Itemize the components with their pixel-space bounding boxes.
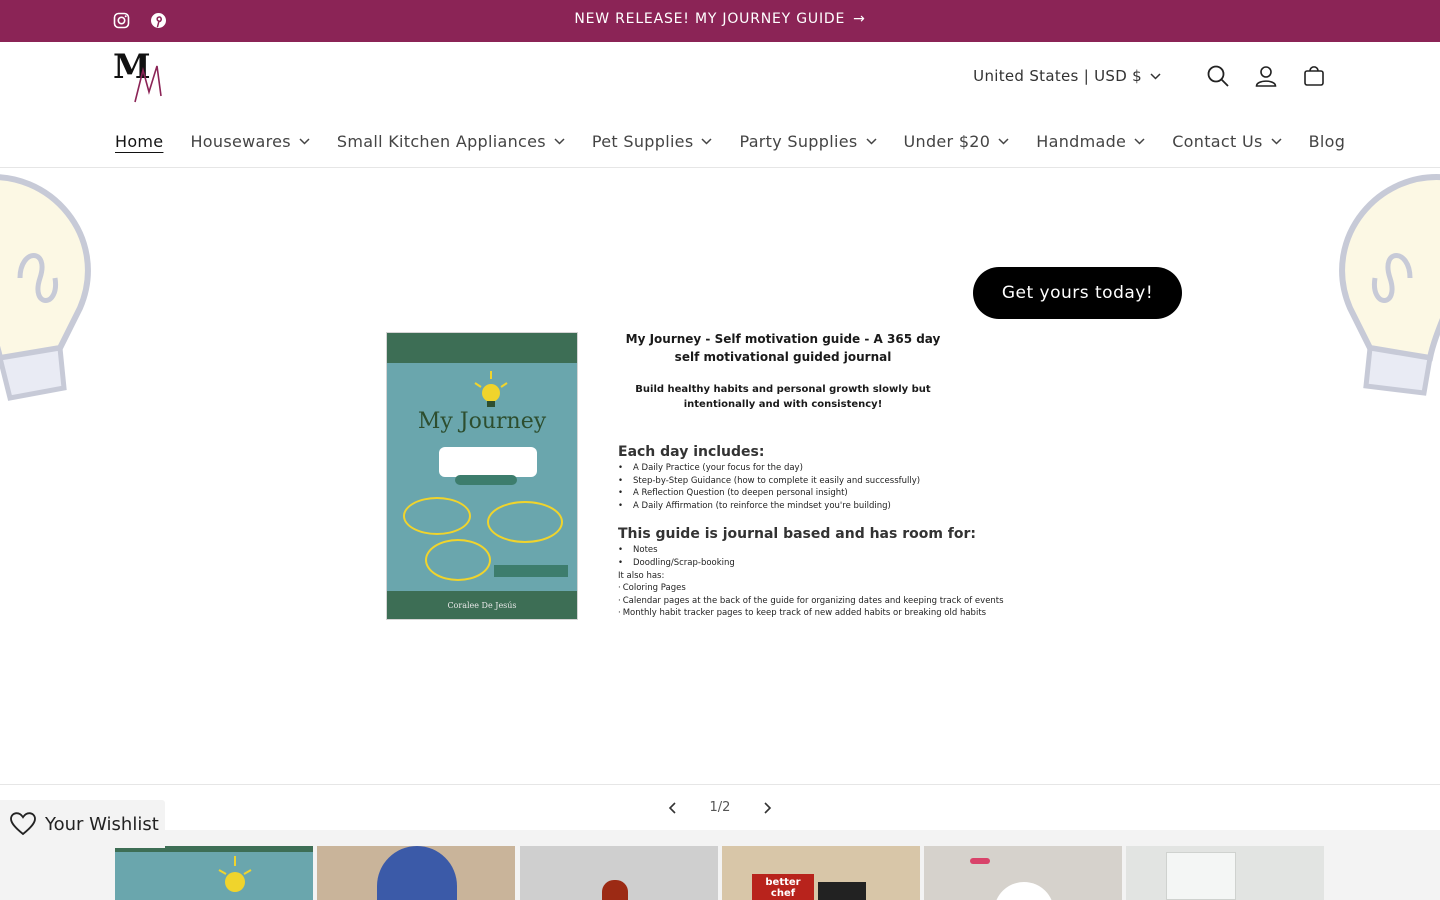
lightbulb-icon [218,856,252,892]
info-subheading: Build healthy habits and personal growth… [635,384,931,410]
chevron-down-icon [1271,138,1282,145]
nav-item-small-kitchen-appliances[interactable]: Small Kitchen Appliances [337,132,565,151]
list-item: A Daily Affirmation (to reinforce the mi… [618,500,1018,513]
chevron-left-icon[interactable] [666,801,680,815]
chevron-down-icon [554,138,565,145]
chevron-down-icon [1134,138,1145,145]
wishlist-label: Your Wishlist [45,813,159,835]
better-chef-label: better chef [752,874,814,900]
nav-label: Under $20 [903,132,991,151]
product-thumbnail[interactable]: better chef [722,846,920,900]
list-item: Doodling/Scrap-booking [618,557,1018,570]
list-item: Monthly habit tracker pages to keep trac… [618,607,1018,620]
book-bubble [403,497,471,535]
lightbulb-illustration [1339,174,1440,396]
slide-counter: 1/2 [709,800,731,815]
list-item: Step-by-Step Guidance (how to complete i… [618,475,1018,488]
header-utilities: United States | USD $ [973,62,1327,90]
chevron-down-icon [998,138,1009,145]
nav-label: Contact Us [1172,132,1263,151]
product-strip: better chef [0,830,1440,900]
book-author: Coralee De Jesús [387,591,577,619]
nav-item-pet-supplies[interactable]: Pet Supplies [592,132,713,151]
chevron-down-icon [701,138,712,145]
info-heading: My Journey - Self motivation guide - A 3… [625,332,941,364]
info-list: A Daily Practice (your focus for the day… [618,462,1018,512]
account-icon[interactable] [1253,63,1279,89]
glove-shape [377,846,457,900]
nav-item-housewares[interactable]: Housewares [190,132,310,151]
arrow-right-icon: → [853,11,866,27]
nav-item-party-supplies[interactable]: Party Supplies [739,132,877,151]
nav-item-contact-us[interactable]: Contact Us [1172,132,1282,151]
book-blurb [439,447,537,477]
list-item: Coloring Pages [618,582,1018,595]
book-cover[interactable]: My Journey Coralee De Jesús [386,332,578,620]
book-band [387,333,577,363]
product-thumbnail[interactable] [924,846,1122,900]
list-item: A Daily Practice (your focus for the day… [618,462,1018,475]
announcement-text: NEW RELEASE! MY JOURNEY GUIDE [574,11,846,27]
site-logo[interactable]: M [113,47,169,104]
nav-item-under-20[interactable]: Under $20 [904,132,1010,151]
currency-label: United States | USD $ [973,67,1142,85]
chevron-down-icon [865,138,877,145]
chevron-down-icon [1150,72,1161,80]
nav-label: Pet Supplies [591,132,694,151]
info-section-title: Each day includes: [618,444,765,460]
slideshow-controls: 1/2 [0,784,1440,830]
site-header: M United States | USD $ Home Housewares … [0,42,1440,168]
book-title: My Journey [417,409,547,434]
list-item: Calendar pages at the back of the guide … [618,595,1018,608]
announcement-bar: NEW RELEASE! MY JOURNEY GUIDE → [0,0,1440,42]
nav-label: Handmade [1036,132,1127,151]
nav-label: Home [115,132,164,151]
svg-text:M: M [113,48,151,87]
book-pill [455,475,517,485]
chevron-down-icon [299,138,310,145]
product-thumbnail[interactable] [1126,846,1324,900]
list-item: A Reflection Question (to deepen persona… [618,487,1018,500]
nav-label: Blog [1308,132,1346,151]
info-section-title: This guide is journal based and has room… [618,526,977,543]
lightbulb-icon [474,371,508,407]
nav-label: Housewares [190,132,291,151]
chevron-right-icon[interactable] [760,801,774,815]
book-bubble [487,501,563,543]
nav-label: Party Supplies [739,132,858,151]
heart-icon [10,812,36,836]
product-shape [602,880,628,900]
info-list: Notes Doodling/Scrap-booking It also has… [618,544,1018,620]
list-item: Notes [618,544,1018,557]
nav-item-handmade[interactable]: Handmade [1036,132,1145,151]
product-shape [994,882,1054,900]
product-info: My Journey - Self motivation guide - A 3… [618,330,1018,620]
nav-item-blog[interactable]: Blog [1309,132,1346,151]
list-label: It also has: [618,570,665,581]
nav-item-home[interactable]: Home [115,132,163,151]
search-icon[interactable] [1205,63,1231,89]
nav-label: Small Kitchen Appliances [336,132,546,151]
product-shape [818,882,866,900]
window-shape [1166,852,1236,900]
announcement-link[interactable]: NEW RELEASE! MY JOURNEY GUIDE → [0,11,1440,27]
product-thumbnail[interactable] [520,846,718,900]
slider-pagination: 1/2 [666,800,775,815]
cart-icon[interactable] [1301,63,1327,89]
product-shape [970,858,990,864]
currency-selector[interactable]: United States | USD $ [973,67,1161,85]
product-thumbnail[interactable] [115,846,313,900]
product-thumbnail[interactable] [317,846,515,900]
book-bubble [425,539,491,581]
get-yours-button[interactable]: Get yours today! [973,267,1182,319]
lightbulb-illustration [0,174,91,401]
wishlist-button[interactable]: Your Wishlist [0,800,165,848]
main-nav: Home Housewares Small Kitchen Appliances… [115,132,1372,151]
hero-slide: Get yours today! My Journey Coralee De J… [0,168,1440,784]
book-tag [494,565,568,577]
